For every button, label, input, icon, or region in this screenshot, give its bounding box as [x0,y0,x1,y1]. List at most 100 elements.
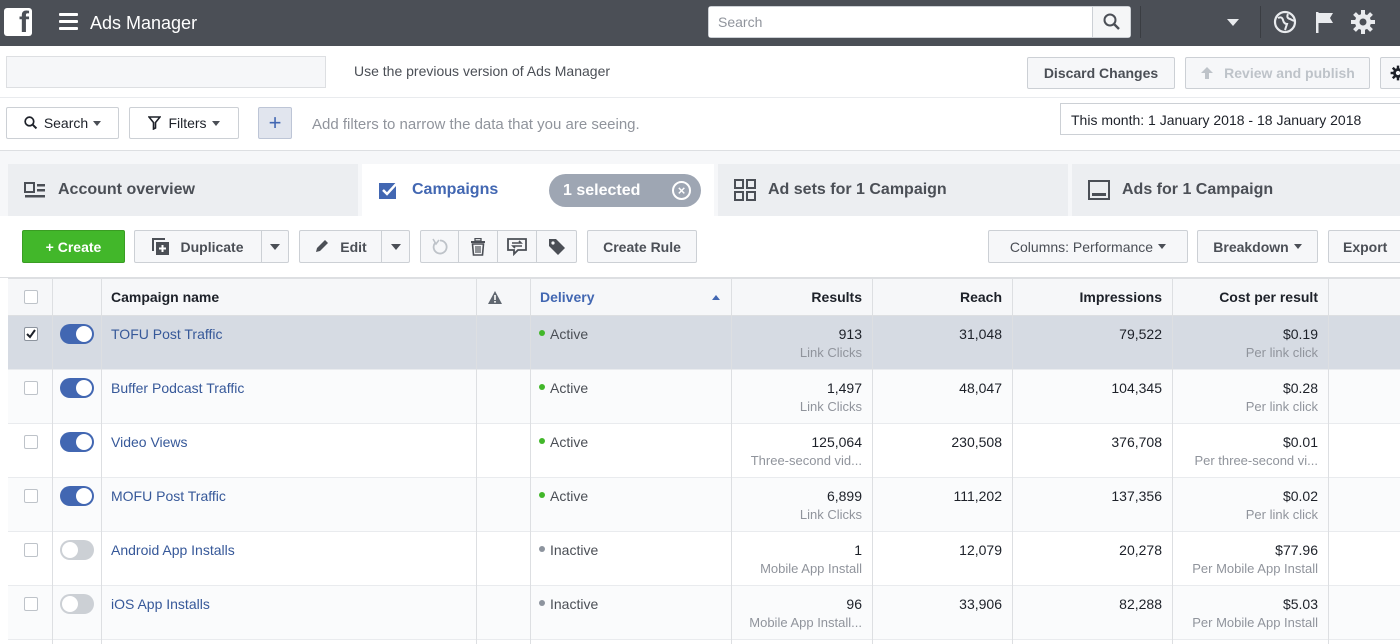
tab-account-overview[interactable]: Account overview [8,164,358,216]
row-checkbox[interactable] [24,543,38,557]
campaign-toggle[interactable] [60,540,94,560]
row-checkbox[interactable] [24,597,38,611]
account-selector-field[interactable] [6,56,326,88]
column-header-impressions[interactable]: Impressions [1012,289,1162,305]
edit-button[interactable]: Edit [299,230,382,263]
ab-test-button[interactable] [497,230,537,263]
search-field[interactable] [708,6,1131,38]
revert-button[interactable] [420,230,459,263]
results-value: 125,064 [811,434,862,450]
chevron-down-icon [270,243,280,250]
divider [1140,6,1141,38]
results-type: Link Clicks [799,345,862,360]
row-checkbox[interactable] [24,381,38,395]
menu-icon[interactable] [59,13,78,30]
selection-pill[interactable]: 1 selected × [549,174,701,207]
campaign-name-link[interactable]: Buffer Podcast Traffic [111,380,244,396]
settings-button[interactable] [1380,57,1400,89]
split-test-icon [507,237,527,256]
cost-type: Per link click [1245,507,1318,522]
duplicate-dropdown[interactable] [261,230,289,263]
create-rule-button[interactable]: Create Rule [587,230,697,263]
toggle-knob [76,326,92,342]
table-row[interactable]: iOS App Installs Inactive 96 Mobile App Ins… [8,586,1400,640]
review-label: Review and publish [1224,65,1355,81]
table-row[interactable]: TOFU Post Traffic Active 913 Link Clicks 31,… [8,316,1400,370]
search-button[interactable] [1092,7,1130,37]
columns-dropdown[interactable]: Columns: Performance [988,230,1188,263]
filter-funnel-icon [148,116,162,130]
column-header-reach[interactable]: Reach [872,289,1002,305]
cost-type: Per Mobile App Install [1192,615,1318,630]
results-value: 6,899 [826,488,862,504]
delivery-label: Active [550,488,589,504]
previous-version-link[interactable]: Use the previous version of Ads Manager [354,63,610,79]
column-header-campaign-name[interactable]: Campaign name [111,289,219,305]
facebook-logo[interactable]: f [4,8,32,36]
select-all-checkbox[interactable] [24,290,38,304]
flag-icon[interactable] [1312,9,1338,35]
search-icon [1103,13,1120,30]
search-filter-button[interactable]: Search [6,107,119,139]
cost-type: Per three-second vi... [1194,453,1318,468]
pencil-icon [316,240,329,252]
column-header-delivery[interactable]: Delivery [540,289,594,305]
review-and-publish-button[interactable]: Review and publish [1185,57,1370,89]
row-checkbox[interactable] [24,489,38,503]
gear-icon [1390,65,1400,81]
search-input[interactable] [709,7,1093,37]
campaign-toggle[interactable] [60,378,94,398]
campaign-toggle[interactable] [60,594,94,614]
date-range-picker[interactable]: This month: 1 January 2018 - 18 January … [1060,103,1400,135]
campaign-toggle[interactable] [60,324,94,344]
delete-button[interactable] [458,230,498,263]
add-filter-button[interactable]: + [258,107,292,139]
chevron-down-icon [93,120,102,126]
filters-button[interactable]: Filters [129,107,239,139]
campaign-name-link[interactable]: MOFU Post Traffic [111,488,226,504]
selection-count: 1 selected [563,181,641,199]
export-button[interactable]: Export [1328,230,1400,263]
reach-value: 33,906 [959,596,1002,612]
campaign-toggle[interactable] [60,486,94,506]
create-button[interactable]: + Create [22,230,125,263]
delivery-status: Inactive [539,596,598,612]
row-checkbox[interactable] [24,435,38,449]
globe-icon[interactable] [1272,9,1298,35]
breakdown-dropdown[interactable]: Breakdown [1197,230,1318,263]
campaign-name-link[interactable]: Android App Installs [111,542,235,558]
table-row[interactable]: Video Views Active 125,064 Three-second vid… [8,424,1400,478]
campaign-name-link[interactable]: TOFU Post Traffic [111,326,223,342]
table-row[interactable]: MOFU Post Traffic Active 6,899 Link Clicks 1… [8,478,1400,532]
duplicate-icon [152,237,170,255]
column-header-cost-per-result[interactable]: Cost per result [1172,289,1318,305]
campaign-name-link[interactable]: iOS App Installs [111,596,210,612]
table-row[interactable]: Android App Installs Inactive 1 Mobile App … [8,532,1400,586]
clear-selection-icon[interactable]: × [672,181,691,200]
campaign-name-link[interactable]: Video Views [111,434,188,450]
cost-type: Per link click [1245,399,1318,414]
tag-button[interactable] [536,230,577,263]
cost-value: $0.28 [1282,380,1318,396]
toggle-knob [76,488,92,504]
chevron-down-icon [1293,244,1302,249]
cost-value: $0.02 [1282,488,1318,504]
table-row[interactable]: Buffer Podcast Traffic Active 1,497 Link Cl… [8,370,1400,424]
account-dropdown-caret[interactable] [1227,19,1239,26]
action-bar: Use the previous version of Ads Manager … [0,46,1400,98]
gear-icon[interactable] [1350,9,1376,35]
tab-ads[interactable]: Ads for 1 Campaign [1072,164,1400,216]
delivery-label: Active [550,380,589,396]
results-type: Link Clicks [799,399,862,414]
discard-changes-button[interactable]: Discard Changes [1027,57,1175,89]
tab-ad-sets[interactable]: Ad sets for 1 Campaign [718,164,1068,216]
duplicate-button[interactable]: Duplicate [134,230,262,263]
sort-ascending-icon[interactable] [712,295,720,300]
edit-dropdown[interactable] [381,230,410,263]
row-checkbox[interactable] [24,327,38,341]
column-header-results[interactable]: Results [732,289,862,305]
campaign-toggle[interactable] [60,432,94,452]
reach-value: 230,508 [951,434,1002,450]
divider [1260,6,1261,38]
ads-icon [1088,180,1110,200]
